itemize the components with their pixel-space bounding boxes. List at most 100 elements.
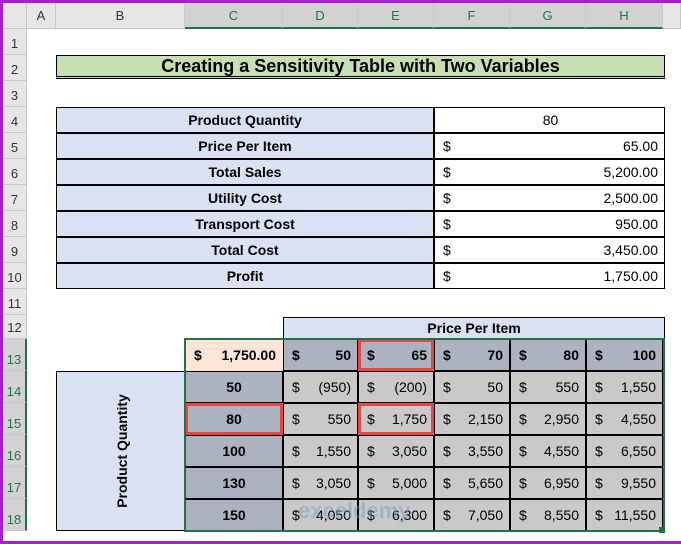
currency-symbol: $ [443,411,451,427]
currency-symbol: $ [367,379,375,395]
amount: (950) [318,379,351,395]
info-value[interactable]: $950.00 [434,211,665,237]
row-header-9[interactable]: 9 [3,237,27,263]
currency-symbol: $ [595,507,603,523]
row-header-11[interactable]: 11 [3,289,27,315]
column-header-I[interactable] [663,3,681,29]
quantity-input-cell[interactable]: 150 [185,499,283,531]
result-cell[interactable]: $8,550 [510,499,586,531]
info-value[interactable]: $1,750.00 [434,263,665,289]
result-cell[interactable]: $2,950 [510,403,586,435]
amount: 2,500.00 [603,190,659,206]
currency-symbol: $ [443,347,451,363]
result-cell[interactable]: $11,550 [586,499,663,531]
row-header-17[interactable]: 17 [3,467,27,499]
result-cell[interactable]: $4,550 [586,403,663,435]
currency-symbol: $ [443,379,451,395]
price-input-cell[interactable]: $70 [434,339,510,371]
currency-symbol: $ [595,379,603,395]
price-input-cell[interactable]: $100 [586,339,663,371]
amount: 4,550 [620,411,656,427]
row-header-14[interactable]: 14 [3,371,27,403]
result-cell[interactable]: $3,050 [283,467,358,499]
currency-symbol: $ [443,242,451,258]
quantity-input-cell[interactable]: 50 [185,371,283,403]
amount: 2,950 [543,411,579,427]
result-cell[interactable]: $4,550 [510,435,586,467]
row-header-6[interactable]: 6 [3,159,27,185]
row-header-12[interactable]: 12 [3,315,27,339]
column-header-A[interactable]: A [27,3,56,29]
product-quantity-header: Product Quantity [56,371,185,531]
column-header-F[interactable]: F [434,3,510,29]
result-cell[interactable]: $ (200) [358,371,434,403]
formula-cell[interactable]: $1,750.00 [185,339,283,371]
amount: 4,550 [543,443,579,459]
row-header-4[interactable]: 4 [3,107,27,133]
quantity-input-cell[interactable]: 100 [185,435,283,467]
result-cell[interactable]: $1,750 [358,403,434,435]
amount: 950.00 [615,216,658,232]
currency-symbol: $ [519,507,527,523]
row-header-8[interactable]: 8 [3,211,27,237]
row-header-1[interactable]: 1 [3,29,27,55]
amount: 11,550 [614,507,656,523]
result-cell[interactable]: $5,650 [434,467,510,499]
info-value[interactable]: $3,450.00 [434,237,665,263]
result-cell[interactable]: $550 [510,371,586,403]
row-header-13[interactable]: 13 [3,339,27,371]
column-header-B[interactable]: B [56,3,185,29]
row-header-2[interactable]: 2 [3,55,27,81]
price-input-cell[interactable]: $65 [358,339,434,371]
amount: 50 [335,347,351,363]
currency-symbol: $ [519,347,527,363]
result-cell[interactable]: $7,050 [434,499,510,531]
column-header-E[interactable]: E [358,3,434,29]
row-header-18[interactable]: 18 [3,499,27,531]
result-cell[interactable]: $1,550 [283,435,358,467]
currency-symbol: $ [595,347,603,363]
column-header-D[interactable]: D [283,3,358,29]
amount: 5,650 [467,475,503,491]
fill-handle[interactable] [659,527,665,533]
amount: 2,150 [467,411,503,427]
result-cell[interactable]: $6,950 [510,467,586,499]
result-cell[interactable]: $550 [283,403,358,435]
row-header-3[interactable]: 3 [3,81,27,107]
select-all-corner[interactable] [3,3,27,29]
quantity-input-cell[interactable]: 130 [185,467,283,499]
currency-symbol: $ [519,443,527,459]
info-value[interactable]: $65.00 [434,133,665,159]
result-cell[interactable]: $ (950) [283,371,358,403]
currency-symbol: $ [194,347,202,363]
row-header-16[interactable]: 16 [3,435,27,467]
row-header-7[interactable]: 7 [3,185,27,211]
info-value[interactable]: 80 [434,107,665,133]
amount: 100 [632,347,656,363]
info-value[interactable]: $5,200.00 [434,159,665,185]
result-cell[interactable]: $6,550 [586,435,663,467]
result-cell[interactable]: $9,550 [586,467,663,499]
amount: 3,050 [315,475,351,491]
result-cell[interactable]: $3,550 [434,435,510,467]
row-header-15[interactable]: 15 [3,403,27,435]
info-value[interactable]: $2,500.00 [434,185,665,211]
result-cell[interactable]: $2,150 [434,403,510,435]
column-header-G[interactable]: G [510,3,586,29]
info-label: Utility Cost [56,185,434,211]
row-header-10[interactable]: 10 [3,263,27,289]
currency-symbol: $ [292,475,300,491]
price-input-cell[interactable]: $50 [283,339,358,371]
column-header-H[interactable]: H [586,3,663,29]
quantity-input-cell[interactable]: 80 [185,403,283,435]
amount: 50 [487,379,503,395]
result-cell[interactable]: $5,000 [358,467,434,499]
row-header-5[interactable]: 5 [3,133,27,159]
column-header-C[interactable]: C [185,3,283,29]
info-label: Price Per Item [56,133,434,159]
result-cell[interactable]: $50 [434,371,510,403]
currency-symbol: $ [595,475,603,491]
result-cell[interactable]: $1,550 [586,371,663,403]
price-input-cell[interactable]: $80 [510,339,586,371]
result-cell[interactable]: $3,050 [358,435,434,467]
